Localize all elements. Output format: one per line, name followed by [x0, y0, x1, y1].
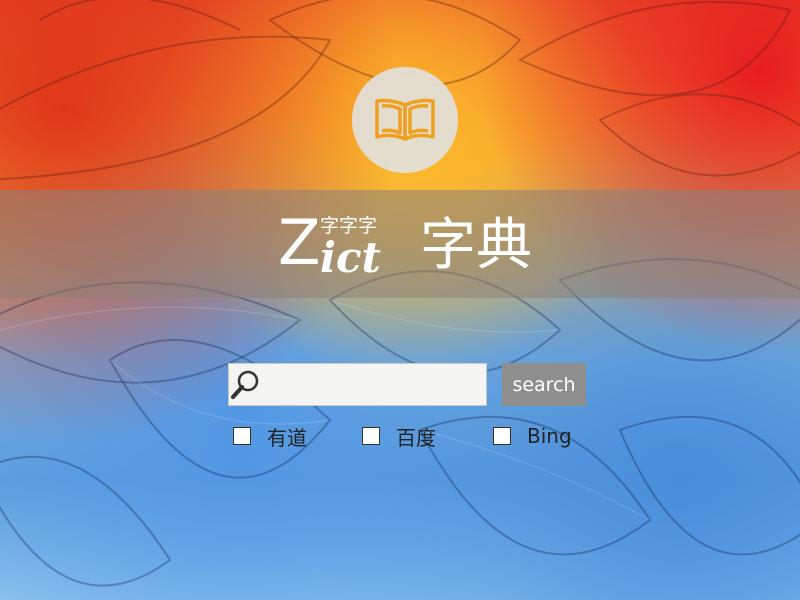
- book-icon: [375, 98, 435, 141]
- engine-label: 百度: [396, 425, 436, 450]
- engine-option-youdao[interactable]: 有道: [233, 425, 307, 450]
- engine-label: 有道: [267, 425, 307, 450]
- brand-title: 字典: [420, 213, 532, 278]
- engine-option-bing[interactable]: Bing: [493, 424, 572, 448]
- search-button[interactable]: search: [502, 363, 586, 406]
- checkbox-youdao[interactable]: [233, 427, 251, 445]
- search-icon: [229, 364, 261, 405]
- search-box[interactable]: [228, 363, 490, 406]
- brand-z: Z: [278, 206, 321, 279]
- site-logo-text: Z 字字字 ict 字典: [278, 208, 548, 288]
- logo: [352, 67, 458, 173]
- brand-ict: ict: [320, 233, 381, 282]
- checkbox-baidu[interactable]: [362, 427, 380, 445]
- engine-option-baidu[interactable]: 百度: [362, 425, 436, 450]
- search-input[interactable]: [261, 364, 490, 405]
- checkbox-bing[interactable]: [493, 427, 511, 445]
- engine-label: Bing: [527, 424, 572, 448]
